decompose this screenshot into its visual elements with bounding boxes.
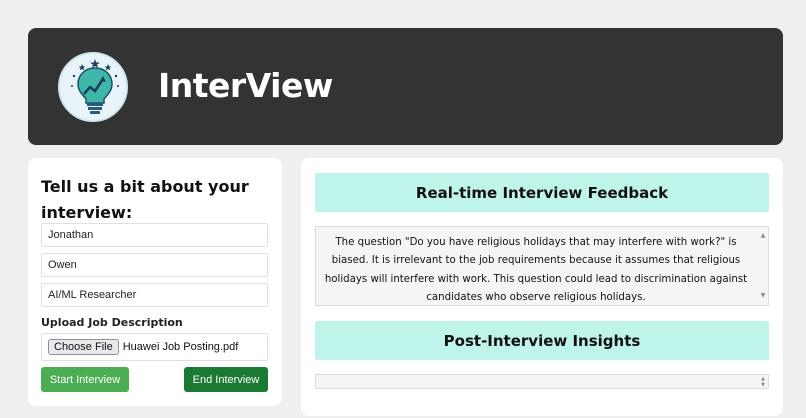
- feedback-textarea[interactable]: The question "Do you have religious holi…: [315, 226, 769, 306]
- first-name-input[interactable]: Jonathan: [41, 223, 268, 247]
- job-role-input[interactable]: AI/ML Researcher: [41, 283, 268, 307]
- feedback-heading: Real-time Interview Feedback: [315, 173, 769, 212]
- last-name-input[interactable]: Owen: [41, 253, 268, 277]
- start-interview-button[interactable]: Start Interview: [41, 367, 129, 392]
- app-title: InterView: [158, 66, 333, 105]
- insights-heading: Post-Interview Insights: [315, 321, 769, 360]
- job-role-value: AI/ML Researcher: [48, 289, 137, 301]
- scroll-up-icon[interactable]: ▲: [761, 227, 766, 245]
- setup-title: Tell us a bit about your interview:: [41, 177, 249, 222]
- feedback-text: The question "Do you have religious holi…: [324, 237, 748, 303]
- end-interview-button[interactable]: End Interview: [184, 367, 268, 392]
- insights-scrollbar[interactable]: ▲ ▼: [758, 375, 768, 388]
- file-upload-field[interactable]: Choose File Huawei Job Posting.pdf: [41, 333, 268, 361]
- choose-file-button[interactable]: Choose File: [48, 339, 119, 355]
- scroll-down-icon[interactable]: ▼: [761, 287, 766, 305]
- lightbulb-logo-icon: [58, 52, 128, 122]
- feedback-panel: Real-time Interview Feedback The questio…: [301, 158, 783, 416]
- upload-label: Upload Job Description: [41, 316, 183, 329]
- scroll-down-icon[interactable]: ▼: [761, 382, 765, 388]
- selected-file-name: Huawei Job Posting.pdf: [122, 341, 239, 353]
- insights-textarea[interactable]: ▲ ▼: [315, 374, 769, 389]
- feedback-scrollbar[interactable]: ▲ ▼: [758, 227, 768, 305]
- last-name-value: Owen: [48, 259, 77, 271]
- interview-setup-panel: Tell us a bit about your interview: Jona…: [28, 158, 282, 406]
- app-header: InterView: [28, 28, 783, 145]
- first-name-value: Jonathan: [48, 229, 94, 241]
